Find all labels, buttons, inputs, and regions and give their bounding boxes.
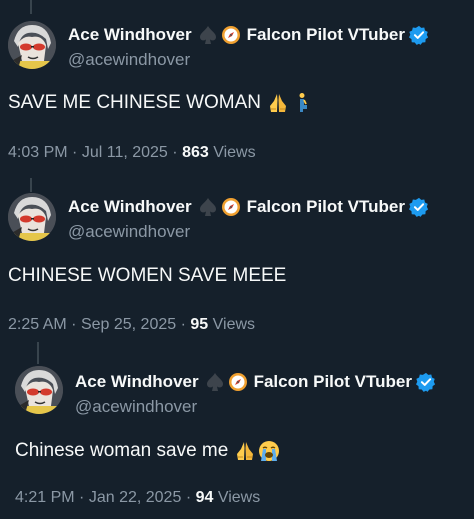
meta-separator: · <box>180 316 191 333</box>
spade-icon <box>199 26 216 44</box>
display-name[interactable]: Ace Windhover <box>68 25 192 45</box>
tweet[interactable]: Ace Windhover Falcon Pilot VTuber @acewi… <box>0 176 474 346</box>
tweet-time[interactable]: 4:03 PM <box>8 144 68 161</box>
meta-separator: · <box>172 144 183 161</box>
avatar[interactable] <box>15 366 63 414</box>
spade-icon <box>206 373 223 391</box>
meta-separator: · <box>72 144 82 161</box>
compass-icon <box>221 26 240 44</box>
verified-badge-icon[interactable] <box>408 25 429 45</box>
tweet-meta: 4:03 PM · Jul 11, 2025 · 863 Views <box>8 144 256 162</box>
tweet-text: Chinese woman save me <box>15 440 280 462</box>
views-count: 863 <box>182 144 209 161</box>
meta-separator: · <box>79 489 89 506</box>
tweet-text-content: Chinese woman save me <box>15 440 229 461</box>
meta-separator: · <box>71 316 81 333</box>
tweet-date[interactable]: Sep 25, 2025 <box>81 316 176 333</box>
tweet-date[interactable]: Jul 11, 2025 <box>82 144 168 161</box>
views-label: Views <box>212 316 256 333</box>
author-name-row[interactable]: Ace Windhover Falcon Pilot VTuber <box>68 196 429 218</box>
tweet-text-content: SAVE ME CHINESE WOMAN <box>8 92 262 113</box>
author-handle[interactable]: @acewindhover <box>75 397 197 417</box>
meta-separator: · <box>185 489 196 506</box>
loudly-crying-face-emoji <box>259 441 280 461</box>
tweet[interactable]: Ace Windhover Falcon Pilot VTuber @acewi… <box>0 346 474 519</box>
verified-badge-icon[interactable] <box>415 372 436 392</box>
views-count: 94 <box>195 489 214 506</box>
affiliation-label: Falcon Pilot VTuber <box>246 197 405 216</box>
folded-hands-emoji <box>237 442 254 460</box>
kneeling-person-emoji <box>299 93 308 112</box>
display-name[interactable]: Ace Windhover <box>75 372 199 392</box>
tweet[interactable]: Ace Windhover Falcon Pilot VTuber @acewi… <box>0 0 474 176</box>
folded-hands-emoji <box>270 94 287 112</box>
tweet-time[interactable]: 2:25 AM <box>8 316 67 333</box>
tweet-text: SAVE ME CHINESE WOMAN <box>8 92 313 114</box>
author-handle[interactable]: @acewindhover <box>68 222 190 242</box>
display-name[interactable]: Ace Windhover <box>68 197 192 217</box>
tweet-time[interactable]: 4:21 PM <box>15 489 75 506</box>
author-name-row[interactable]: Ace Windhover Falcon Pilot VTuber <box>68 24 429 46</box>
views-label: Views <box>217 489 261 506</box>
tweet-text-content: CHINESE WOMEN SAVE MEEE <box>8 265 287 286</box>
views-label: Views <box>213 144 256 161</box>
tweet-text: CHINESE WOMEN SAVE MEEE <box>8 265 286 287</box>
author-name-row[interactable]: Ace Windhover Falcon Pilot VTuber <box>75 371 436 393</box>
compass-icon <box>228 373 247 391</box>
compass-icon <box>221 198 240 216</box>
affiliation-label: Falcon Pilot VTuber <box>253 372 412 391</box>
avatar[interactable] <box>8 193 56 241</box>
tweet-meta: 4:21 PM · Jan 22, 2025 · 94 Views <box>15 489 260 507</box>
tweet-meta: 2:25 AM · Sep 25, 2025 · 95 Views <box>8 316 255 334</box>
spade-icon <box>199 198 216 216</box>
affiliation-label: Falcon Pilot VTuber <box>246 25 405 44</box>
author-handle[interactable]: @acewindhover <box>68 50 190 70</box>
tweet-date[interactable]: Jan 22, 2025 <box>89 489 182 506</box>
views-count: 95 <box>190 316 209 333</box>
avatar[interactable] <box>8 21 56 69</box>
verified-badge-icon[interactable] <box>408 197 429 217</box>
